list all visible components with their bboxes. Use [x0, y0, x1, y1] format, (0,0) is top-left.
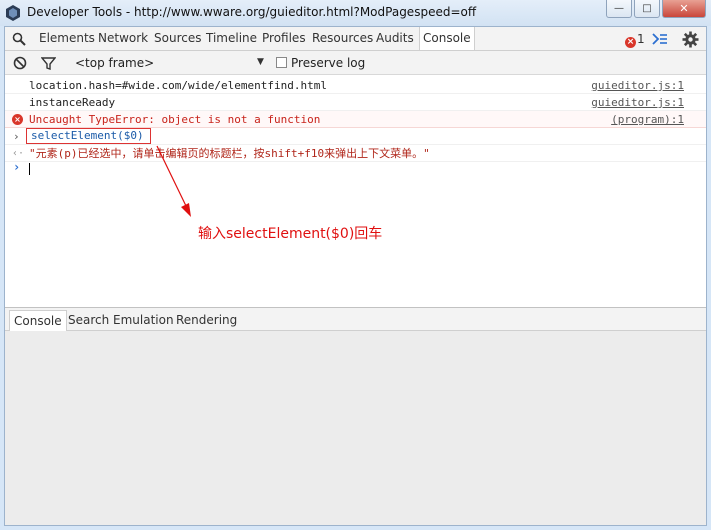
tab-timeline[interactable]: Timeline	[206, 27, 257, 50]
dropdown-arrow-icon[interactable]: ▼	[257, 57, 264, 67]
message-source-link[interactable]: (program):1	[611, 111, 684, 128]
console-toolbar: <top frame> ▼ Preserve log	[5, 51, 706, 75]
drawer-tabbar: Console Search Emulation Rendering	[5, 307, 706, 331]
tab-profiles[interactable]: Profiles	[262, 27, 306, 50]
error-count-badge[interactable]: × 1	[625, 32, 645, 48]
close-window-button[interactable]: ✕	[662, 0, 706, 18]
drawer-tab-emulation[interactable]: Emulation	[113, 310, 174, 331]
filter-icon[interactable]	[41, 57, 56, 70]
minimize-button[interactable]: —	[606, 0, 632, 18]
preserve-log-checkbox[interactable]	[276, 57, 287, 68]
preserve-log-label: Preserve log	[291, 56, 366, 70]
console-message: location.hash=#wide.com/wide/elementfind…	[5, 77, 706, 94]
console-error-message: × Uncaught TypeError: object is not a fu…	[5, 111, 706, 128]
command-text: selectElement($0)	[26, 128, 151, 144]
message-text: instanceReady	[29, 96, 116, 109]
tab-network[interactable]: Network	[98, 27, 148, 50]
message-source-link[interactable]: guieditor.js:1	[591, 77, 684, 94]
prompt-chevron-icon: ›	[13, 160, 21, 174]
tab-sources[interactable]: Sources	[154, 27, 201, 50]
tab-elements[interactable]: Elements	[39, 27, 95, 50]
devtools-app-icon	[6, 5, 20, 21]
command-chevron-icon: ›	[13, 130, 20, 143]
error-icon: ×	[12, 114, 23, 125]
tab-audits[interactable]: Audits	[376, 27, 414, 50]
error-icon: ×	[625, 37, 636, 48]
console-messages[interactable]: location.hash=#wide.com/wide/elementfind…	[5, 75, 706, 307]
console-message: instanceReady guieditor.js:1	[5, 94, 706, 111]
show-drawer-icon[interactable]	[652, 32, 668, 46]
annotation-text: 输入selectElement($0)回车	[198, 226, 383, 242]
error-count: 1	[637, 32, 645, 46]
message-text: location.hash=#wide.com/wide/elementfind…	[29, 79, 328, 92]
drawer-tab-console[interactable]: Console	[9, 310, 67, 331]
panel-tabbar: Elements Network Sources Timeline Profil…	[5, 27, 706, 51]
frame-select[interactable]: <top frame>	[75, 56, 267, 70]
search-icon[interactable]	[12, 32, 26, 46]
clear-console-icon[interactable]	[13, 56, 27, 70]
gear-icon[interactable]	[682, 31, 699, 48]
tab-resources[interactable]: Resources	[312, 27, 373, 50]
drawer-tab-rendering[interactable]: Rendering	[176, 310, 237, 331]
window-controls: — □ ✕	[606, 0, 706, 18]
maximize-button[interactable]: □	[634, 0, 660, 18]
drawer-tab-search[interactable]: Search	[68, 310, 109, 331]
text-cursor	[29, 163, 30, 175]
drawer-content[interactable]	[5, 331, 706, 525]
console-prompt[interactable]: ›	[5, 160, 706, 177]
console-command: › selectElement($0)	[5, 128, 706, 145]
message-source-link[interactable]: guieditor.js:1	[591, 94, 684, 111]
window-titlebar: Developer Tools - http://www.wware.org/g…	[0, 0, 711, 26]
message-text: Uncaught TypeError: object is not a func…	[29, 113, 321, 126]
tab-console[interactable]: Console	[419, 27, 475, 50]
devtools-frame: Elements Network Sources Timeline Profil…	[4, 26, 707, 526]
window-title: Developer Tools - http://www.wware.org/g…	[27, 5, 477, 19]
